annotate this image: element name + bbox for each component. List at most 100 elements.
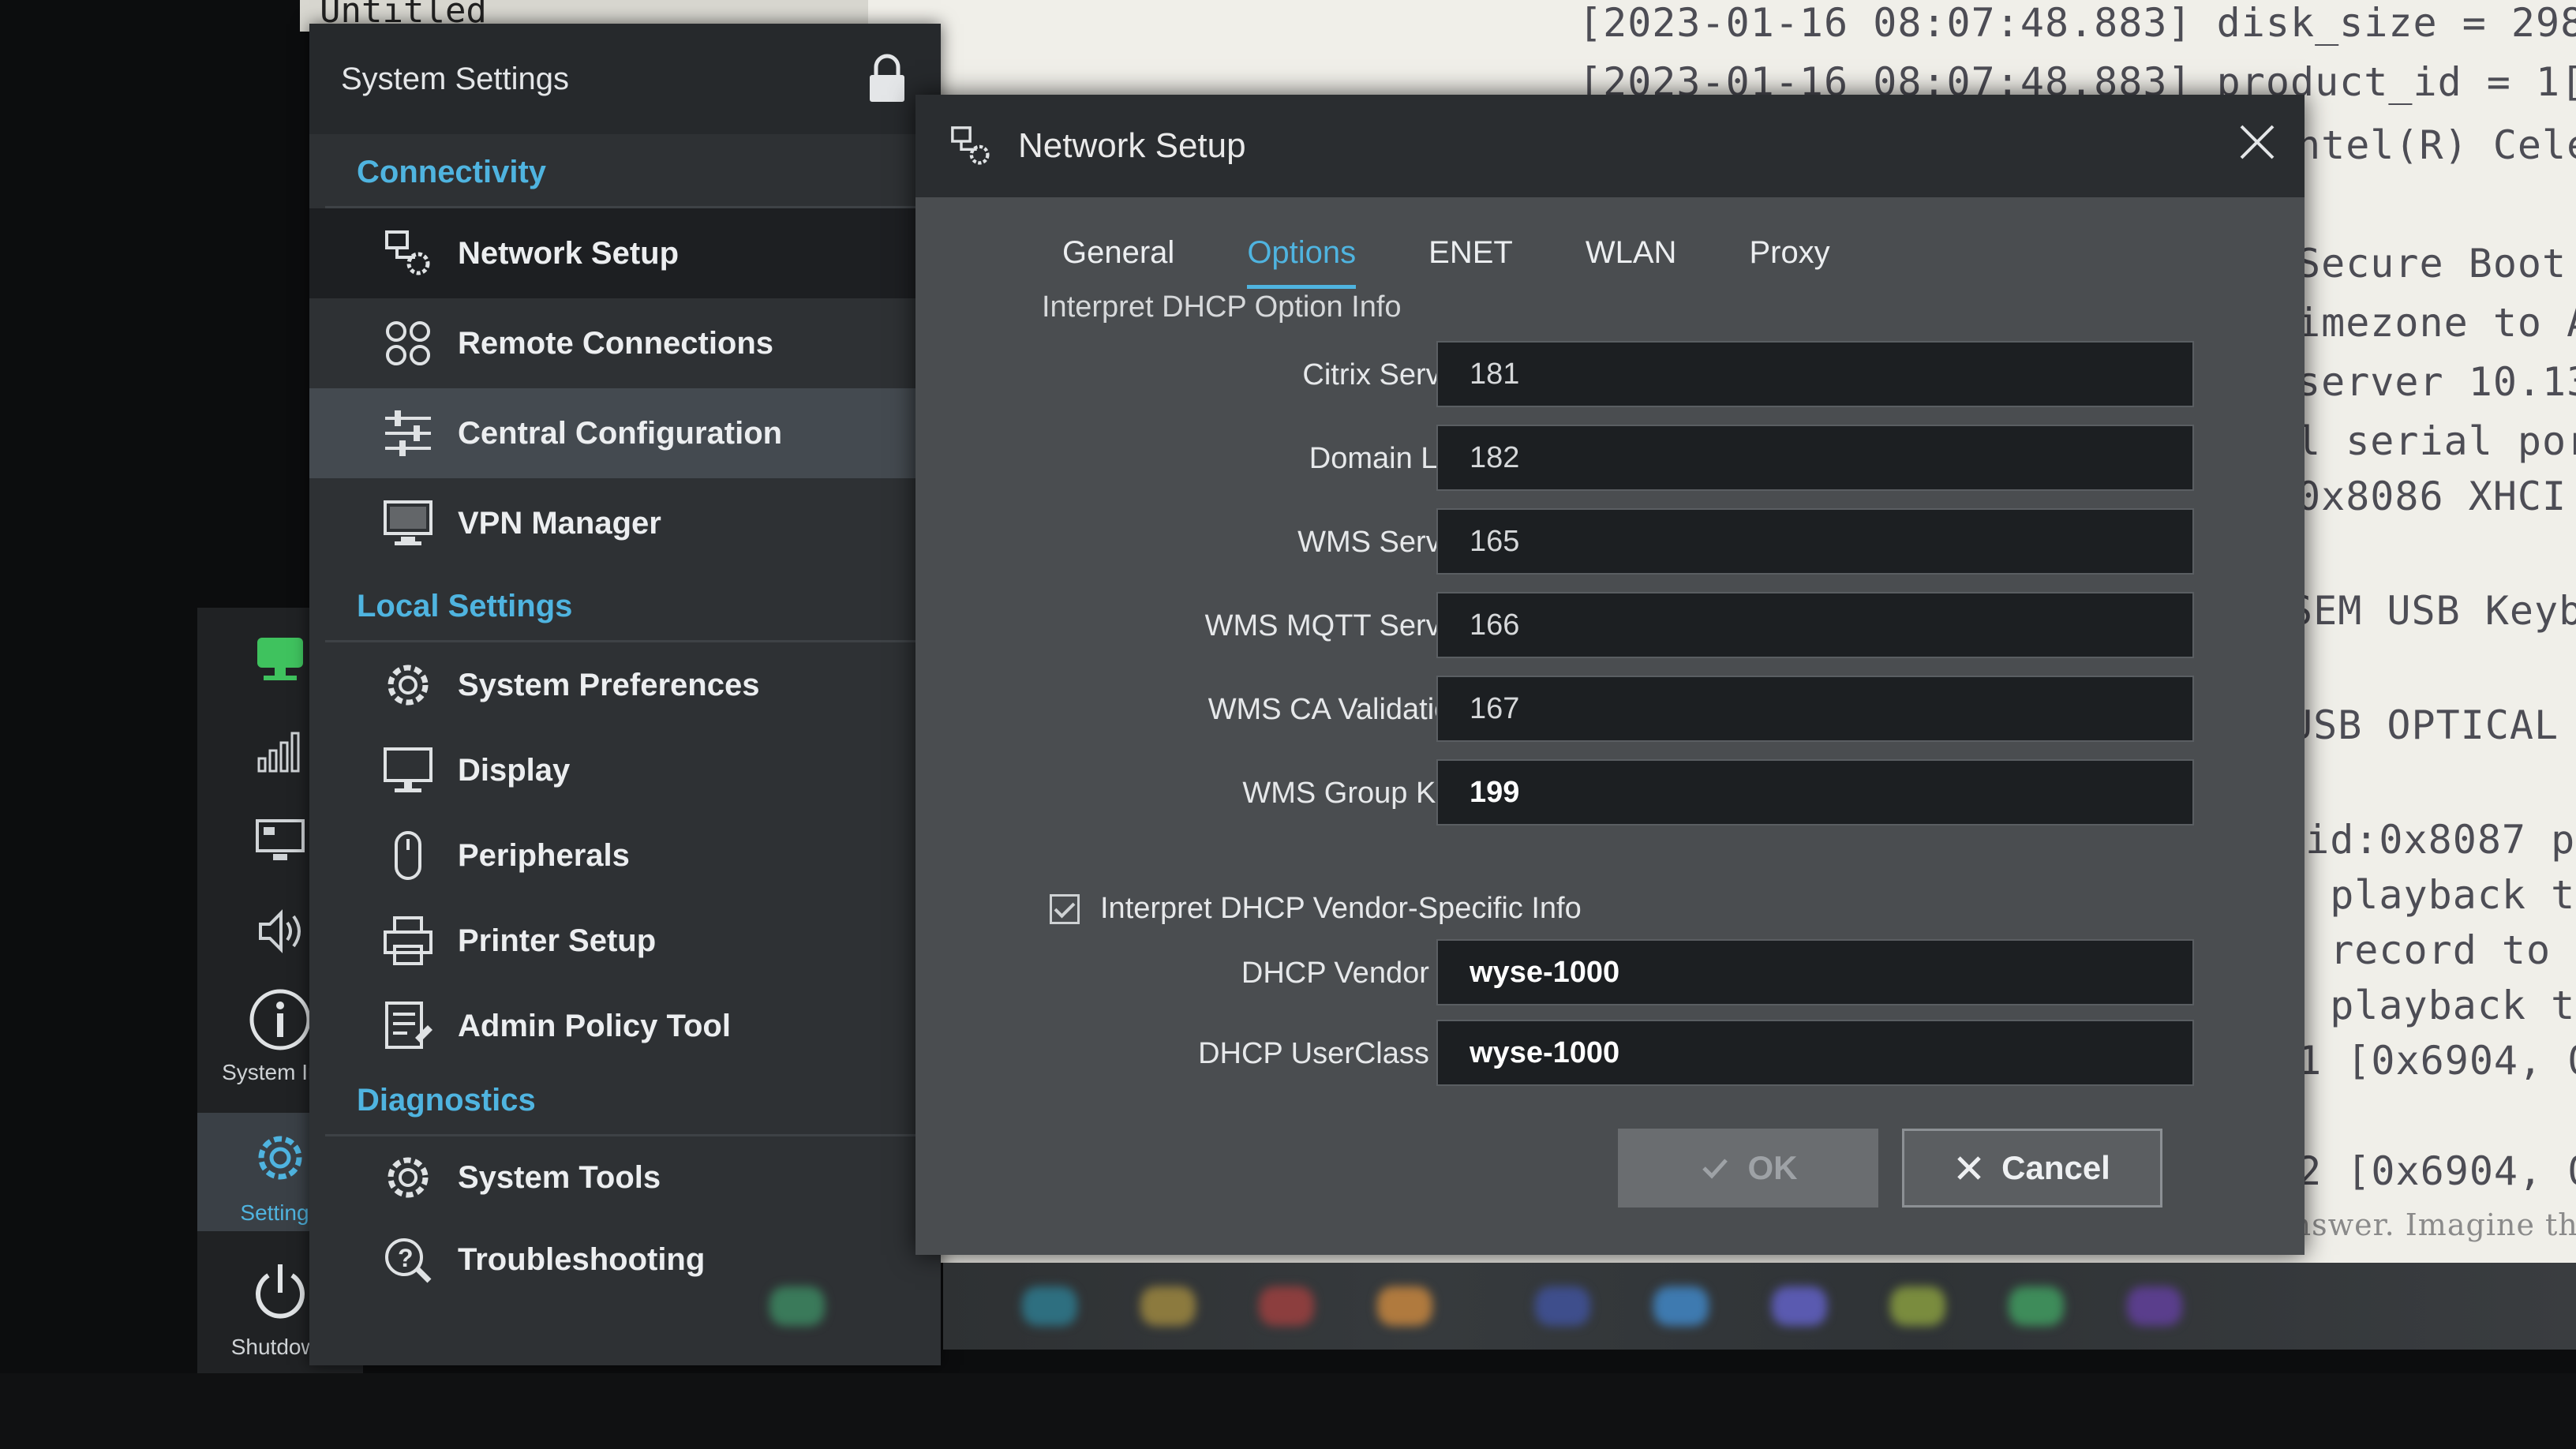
wms-mqtt-server-field[interactable]	[1436, 592, 2194, 658]
terminal-line: server 10.133	[2297, 359, 2576, 405]
network-setup-dialog: Network Setup General Options ENET WLAN …	[915, 95, 2305, 1255]
citrix-server-row: Citrix Server:	[915, 341, 2305, 412]
menu-item-remote-connections[interactable]: Remote Connections	[309, 298, 941, 388]
tab-general[interactable]: General	[1026, 221, 1211, 289]
network-setup-icon	[385, 230, 430, 275]
gear-icon	[258, 1136, 302, 1180]
system-settings-panel: System Settings Connectivity Network Set…	[309, 24, 941, 1365]
menu-item-label: Remote Connections	[458, 325, 774, 361]
terminal-line: answer. Imagine th	[2273, 1208, 2576, 1242]
terminal-line: l serial port	[2297, 418, 2576, 464]
menu-item-peripherals[interactable]: Peripherals	[309, 813, 941, 898]
menu-item-display[interactable]: Display	[309, 728, 941, 813]
cancel-button-label: Cancel	[2001, 1149, 2110, 1186]
wms-mqtt-server-row: WMS MQTT Server:	[915, 592, 2305, 663]
dialog-tabs: General Options ENET WLAN Proxy	[915, 221, 2305, 289]
menu-item-admin-policy-tool[interactable]: Admin Policy Tool	[309, 983, 941, 1069]
taskbar-app-icon[interactable]	[1377, 1286, 1432, 1326]
taskbar-app-icon[interactable]	[2127, 1286, 2182, 1326]
terminal-line: n1 [0x6904, 0x	[2273, 1038, 2576, 1084]
terminal-line: [2023-01-16 08:07:48.883] disk_size = 29…	[1578, 0, 2576, 46]
checkmark-icon	[1702, 1159, 1728, 1179]
svg-text:?: ?	[398, 1244, 414, 1272]
dhcp-userclass-id-field[interactable]	[1436, 1020, 2194, 1086]
network-setup-icon	[951, 126, 990, 165]
menu-item-system-preferences[interactable]: System Preferences	[309, 642, 941, 728]
tab-enet[interactable]: ENET	[1392, 221, 1549, 289]
menu-item-label: Display	[458, 752, 571, 788]
citrix-server-field[interactable]	[1436, 341, 2194, 407]
menu-item-label: System Tools	[458, 1159, 661, 1195]
dhcp-vendor-id-field[interactable]	[1436, 939, 2194, 1005]
wms-ca-validation-field[interactable]	[1436, 676, 2194, 742]
group-title-dhcp-options: Interpret DHCP Option Info	[1042, 290, 1402, 324]
tab-wlan[interactable]: WLAN	[1549, 221, 1713, 289]
domain-list-field[interactable]	[1436, 425, 2194, 491]
terminal-line: e record to HD	[2281, 927, 2576, 973]
taskbar-app-icon[interactable]	[2009, 1286, 2064, 1326]
taskbar-app-icon[interactable]	[1772, 1286, 1827, 1326]
gear-icon	[388, 1157, 429, 1198]
domain-list-row: Domain List:	[915, 425, 2305, 496]
network-status-icon	[257, 638, 303, 680]
terminal-line: e playback to	[2281, 983, 2576, 1028]
menu-item-system-tools[interactable]: System Tools	[309, 1136, 941, 1219]
ok-button-label: OK	[1747, 1149, 1798, 1186]
wms-server-field[interactable]	[1436, 508, 2194, 575]
vendor-specific-checkbox[interactable]	[1050, 893, 1080, 924]
section-title-local-settings: Local Settings	[357, 589, 573, 623]
field-label: WMS MQTT Server:	[1204, 609, 1476, 642]
taskbar-app-icon[interactable]	[1022, 1286, 1077, 1326]
menu-item-troubleshooting[interactable]: ? Troubleshooting	[309, 1219, 941, 1301]
taskbar-app-icon[interactable]	[1140, 1286, 1196, 1326]
close-icon[interactable]	[2233, 118, 2281, 166]
section-title-diagnostics: Diagnostics	[357, 1083, 536, 1118]
monitor-icon	[384, 747, 432, 792]
menu-item-central-configuration[interactable]: Central Configuration	[309, 388, 941, 478]
printer-icon	[384, 916, 432, 965]
monitor-bezel	[0, 1373, 2576, 1449]
info-icon	[249, 989, 311, 1050]
terminal-line: e playback to	[2281, 872, 2576, 918]
terminal-line: n2 [0x6904, 0x2	[2273, 1148, 2576, 1194]
mouse-icon	[395, 831, 421, 880]
vpn-monitor-icon	[384, 500, 432, 545]
menu-item-label: Admin Policy Tool	[458, 1008, 731, 1043]
wms-group-key-field[interactable]	[1436, 759, 2194, 826]
checkbox-label: Interpret DHCP Vendor-Specific Info	[1100, 892, 1582, 925]
gear-icon	[388, 665, 429, 706]
dhcp-userclass-id-row: DHCP UserClass ID:	[915, 1020, 2305, 1091]
dialog-title: Network Setup	[1018, 126, 1246, 165]
menu-item-network-setup[interactable]: Network Setup	[309, 208, 941, 298]
terminal-line: SEM USB Keybo	[2289, 588, 2576, 634]
menu-item-label: VPN Manager	[458, 505, 661, 541]
taskbar-app-icon[interactable]	[1259, 1286, 1314, 1326]
sliders-icon	[385, 410, 431, 456]
terminal-line: 0x8086 XHCI r	[2297, 474, 2576, 519]
menu-item-printer-setup[interactable]: Printer Setup	[309, 898, 941, 983]
menu-item-label: Printer Setup	[458, 923, 657, 958]
settings-header: System Settings	[309, 24, 941, 134]
close-icon	[1957, 1156, 1981, 1180]
menu-item-vpn-manager[interactable]: VPN Manager	[309, 478, 941, 568]
terminal-line: Secure Boot:	[2297, 241, 2576, 286]
lock-icon[interactable]	[865, 53, 909, 105]
vendor-specific-checkbox-row[interactable]: Interpret DHCP Vendor-Specific Info	[1050, 892, 1582, 926]
terminal-line: imezone to As	[2297, 300, 2576, 346]
taskbar-app-icon[interactable]	[1890, 1286, 1945, 1326]
menu-item-label: Network Setup	[458, 235, 680, 271]
menu-item-label: Troubleshooting	[458, 1241, 706, 1277]
taskbar-app-icon[interactable]	[769, 1286, 825, 1326]
field-label: DHCP UserClass ID:	[1198, 1037, 1476, 1070]
menu-item-label: Peripherals	[458, 837, 630, 873]
tab-options[interactable]: Options	[1211, 221, 1392, 289]
terminal-line: USB OPTICAL MO	[2289, 702, 2576, 748]
troubleshooting-icon: ?	[385, 1238, 432, 1283]
tab-proxy[interactable]: Proxy	[1713, 221, 1866, 289]
volume-icon	[259, 909, 301, 953]
monitor-icon	[256, 819, 305, 860]
ok-button[interactable]: OK	[1618, 1129, 1878, 1208]
taskbar-app-icon[interactable]	[1653, 1286, 1709, 1326]
taskbar-app-icon[interactable]	[1535, 1286, 1590, 1326]
cancel-button[interactable]: Cancel	[1902, 1129, 2162, 1208]
